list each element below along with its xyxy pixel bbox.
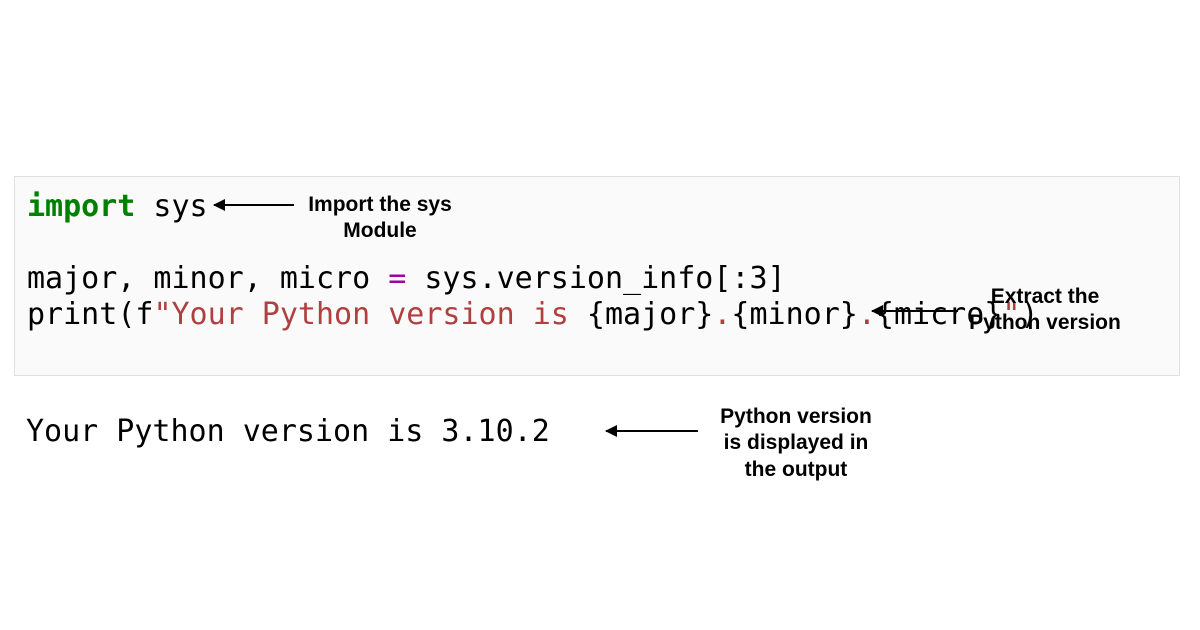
annotation-import: Import the sys Module xyxy=(300,192,460,245)
tuple-lhs: major, minor, micro xyxy=(27,261,388,296)
arrow-icon xyxy=(606,430,698,432)
dot1: . xyxy=(713,297,731,332)
annotation-extract-l1: Extract the xyxy=(991,285,1100,308)
keyword-import: import xyxy=(27,189,135,224)
annotation-extract-l2: Python version xyxy=(969,311,1121,334)
slice-close: ] xyxy=(768,261,786,296)
arrow-icon xyxy=(872,310,958,312)
output-line: Your Python version is 3.10.2 xyxy=(26,414,550,450)
annotation-output-l3: the output xyxy=(745,458,848,481)
annotation-extract: Extract the Python version xyxy=(960,284,1130,337)
annotation-import-l2: Module xyxy=(343,219,417,242)
print-call: print xyxy=(27,297,117,332)
arrow-icon xyxy=(214,204,294,206)
code-block: import sys major, minor, micro = sys.ver… xyxy=(14,176,1180,376)
annotation-output-l2: is displayed in xyxy=(724,431,869,454)
annotation-output: Python version is displayed in the outpu… xyxy=(706,404,886,483)
annotation-import-l1: Import the sys xyxy=(308,193,452,216)
slice-num: 3 xyxy=(749,261,767,296)
brace-minor: {minor} xyxy=(731,297,857,332)
fstring-text: "Your Python version is xyxy=(153,297,586,332)
paren-open: (f xyxy=(117,297,153,332)
module-sys: sys xyxy=(135,189,207,224)
brace-major: {major} xyxy=(587,297,713,332)
version-info-rhs: sys.version_info[: xyxy=(406,261,749,296)
equals-op: = xyxy=(388,261,406,296)
annotation-output-l1: Python version xyxy=(720,405,872,428)
